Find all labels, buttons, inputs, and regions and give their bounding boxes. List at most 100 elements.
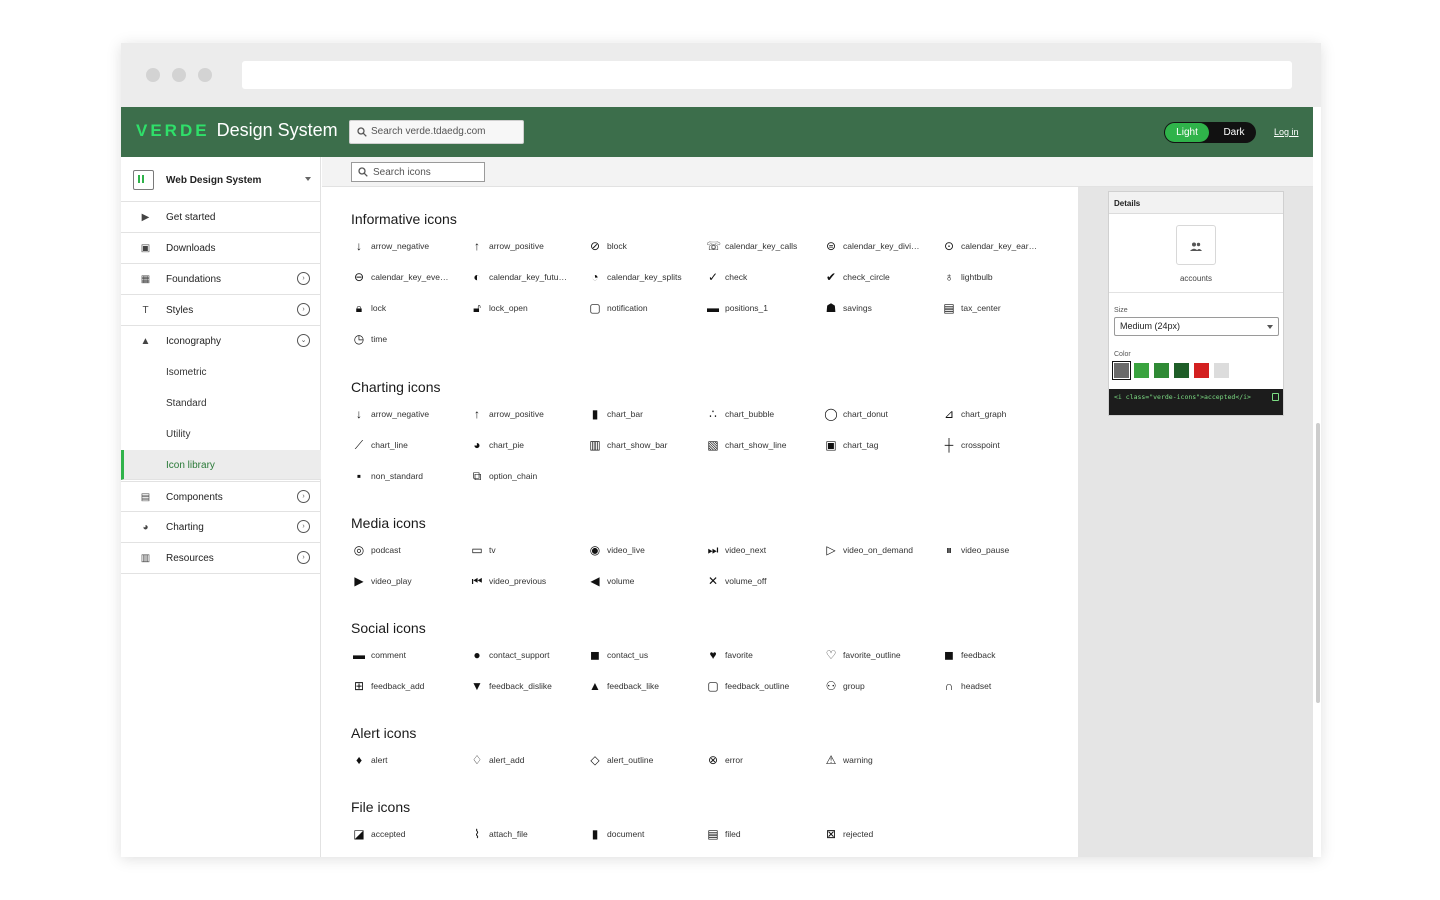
window-minimize-dot[interactable] bbox=[172, 68, 186, 82]
window-maximize-dot[interactable] bbox=[198, 68, 212, 82]
login-link[interactable]: Log in bbox=[1274, 127, 1299, 137]
icon-tile[interactable]: ♡ favorite_outline bbox=[823, 648, 941, 666]
sidebar-subitem-utility[interactable]: Utility bbox=[121, 419, 321, 449]
icon-tile[interactable]: ⊠ rejected bbox=[823, 827, 941, 845]
icon-tile[interactable]: ◎ podcast bbox=[351, 543, 469, 561]
window-close-dot[interactable] bbox=[146, 68, 160, 82]
icon-tile[interactable]: ♦ alert bbox=[351, 753, 469, 771]
icon-tile[interactable]: ⏸︎ video_pause bbox=[941, 543, 1059, 561]
icon-tile[interactable]: ▪ non_standard bbox=[351, 469, 469, 487]
sidebar-subitem-isometric[interactable]: Isometric bbox=[121, 357, 321, 387]
sidebar-item-downloads[interactable]: ▣ Downloads bbox=[121, 233, 321, 264]
icon-tile[interactable]: ◷ time bbox=[351, 332, 469, 350]
theme-toggle[interactable]: Light Dark bbox=[1164, 122, 1256, 143]
icon-tile[interactable]: ↓ arrow_negative bbox=[351, 239, 469, 257]
icon-tile[interactable]: 🔒︎ lock bbox=[351, 301, 469, 319]
icon-tile[interactable]: ⊿ chart_graph bbox=[941, 407, 1059, 425]
icon-tile[interactable]: ♢ alert_add bbox=[469, 753, 587, 771]
scrollbar-thumb[interactable] bbox=[1316, 423, 1320, 703]
icon-tile[interactable]: ↑ arrow_positive bbox=[469, 239, 587, 257]
color-swatch-green[interactable] bbox=[1134, 363, 1149, 378]
expand-chevron-icon[interactable]: › bbox=[297, 551, 310, 564]
copy-icon[interactable] bbox=[1272, 393, 1279, 401]
icon-tile[interactable]: ◔ calendar_key_splits bbox=[587, 270, 705, 288]
icon-tile[interactable]: ⊙ calendar_key_ear… bbox=[941, 239, 1059, 257]
icon-tile[interactable]: ● contact_support bbox=[469, 648, 587, 666]
icon-tile[interactable]: ▢ feedback_outline bbox=[705, 679, 823, 697]
icon-tile[interactable]: ▮ chart_bar bbox=[587, 407, 705, 425]
icon-tile[interactable]: ▬ comment bbox=[351, 648, 469, 666]
collapse-chevron-icon[interactable]: ⌄ bbox=[297, 334, 310, 347]
icon-tile[interactable]: ☏ calendar_key_calls bbox=[705, 239, 823, 257]
icon-tile[interactable]: ⌇ attach_file bbox=[469, 827, 587, 845]
icon-tile[interactable]: ⏮︎ video_previous bbox=[469, 574, 587, 592]
icon-tile[interactable]: ⊘ block bbox=[587, 239, 705, 257]
icon-tile[interactable]: ↑ arrow_positive bbox=[469, 407, 587, 425]
icon-tile[interactable]: ✕ volume_off bbox=[705, 574, 823, 592]
sidebar-item-get-started[interactable]: ▶ Get started bbox=[121, 202, 321, 233]
brand[interactable]: VERDE Design System bbox=[136, 120, 338, 141]
site-search-input[interactable]: Search verde.tdaedg.com bbox=[349, 120, 524, 144]
icon-tile[interactable]: ◕ chart_pie bbox=[469, 438, 587, 456]
icon-tile[interactable]: ✓ check bbox=[705, 270, 823, 288]
icon-tile[interactable]: ⊖ calendar_key_eve… bbox=[351, 270, 469, 288]
icon-tile[interactable]: ▢ notification bbox=[587, 301, 705, 319]
sidebar-item-foundations[interactable]: ▦ Foundations › bbox=[121, 264, 321, 295]
icon-tile[interactable]: ▬ positions_1 bbox=[705, 301, 823, 319]
icon-tile[interactable]: ▧ chart_show_line bbox=[705, 438, 823, 456]
expand-chevron-icon[interactable]: › bbox=[297, 272, 310, 285]
icon-tile[interactable]: ♥ favorite bbox=[705, 648, 823, 666]
address-bar[interactable] bbox=[242, 61, 1292, 89]
color-swatch-dark-green[interactable] bbox=[1174, 363, 1189, 378]
icon-tile[interactable]: ⚠ warning bbox=[823, 753, 941, 771]
icon-tile[interactable]: ◪ accepted bbox=[351, 827, 469, 845]
icon-tile[interactable]: ∴ chart_bubble bbox=[705, 407, 823, 425]
icon-tile[interactable]: ⟋ chart_line bbox=[351, 438, 469, 456]
sidebar-item-iconography[interactable]: ▲ Iconography ⌄ bbox=[121, 326, 321, 357]
icon-search-input[interactable]: Search icons bbox=[351, 162, 485, 182]
icon-tile[interactable]: ▥ chart_show_bar bbox=[587, 438, 705, 456]
size-select[interactable]: Medium (24px) bbox=[1114, 317, 1279, 336]
sidebar-item-resources[interactable]: ▥ Resources › bbox=[121, 543, 321, 574]
color-swatch-red[interactable] bbox=[1194, 363, 1209, 378]
theme-dark-option[interactable]: Dark bbox=[1214, 122, 1254, 143]
sidebar-subitem-standard[interactable]: Standard bbox=[121, 388, 321, 418]
expand-chevron-icon[interactable]: › bbox=[297, 490, 310, 503]
icon-tile[interactable]: ◇ alert_outline bbox=[587, 753, 705, 771]
sidebar-item-components[interactable]: ▤ Components › bbox=[121, 481, 321, 512]
icon-tile[interactable]: ◯ chart_donut bbox=[823, 407, 941, 425]
icon-tile[interactable]: ⚇ group bbox=[823, 679, 941, 697]
icon-tile[interactable]: ⊞ feedback_add bbox=[351, 679, 469, 697]
theme-light-option[interactable]: Light bbox=[1165, 123, 1209, 142]
color-swatch-light-gray[interactable] bbox=[1214, 363, 1229, 378]
icon-tile[interactable]: ⧉ option_chain bbox=[469, 469, 587, 487]
icon-tile[interactable]: ◼ feedback bbox=[941, 648, 1059, 666]
icon-tile[interactable]: ◀ volume bbox=[587, 574, 705, 592]
icon-tile[interactable]: ◐ calendar_key_futu… bbox=[469, 270, 587, 288]
icon-tile[interactable]: ⏭︎ video_next bbox=[705, 543, 823, 561]
icon-tile[interactable]: ∩ headset bbox=[941, 679, 1059, 697]
icon-tile[interactable]: ♁ lightbulb bbox=[941, 270, 1059, 288]
sidebar-subitem-icon-library[interactable]: Icon library bbox=[121, 450, 321, 480]
icon-tile[interactable]: ▼ feedback_dislike bbox=[469, 679, 587, 697]
icon-tile[interactable]: ▤ tax_center bbox=[941, 301, 1059, 319]
icon-tile[interactable]: ▮ document bbox=[587, 827, 705, 845]
icon-tile[interactable]: ▭ tv bbox=[469, 543, 587, 561]
sidebar-item-styles[interactable]: T Styles › bbox=[121, 295, 321, 326]
icon-tile[interactable]: ⊗ error bbox=[705, 753, 823, 771]
icon-tile[interactable]: ▣ chart_tag bbox=[823, 438, 941, 456]
design-system-selector[interactable]: Web Design System bbox=[121, 157, 321, 202]
code-snippet[interactable]: <i class="verde-icons">accepted</i> bbox=[1109, 389, 1283, 415]
icon-tile[interactable]: ▤ filed bbox=[705, 827, 823, 845]
icon-tile[interactable]: ▲ feedback_like bbox=[587, 679, 705, 697]
icon-tile[interactable]: ▷ video_on_demand bbox=[823, 543, 941, 561]
icon-tile[interactable]: 🔓︎ lock_open bbox=[469, 301, 587, 319]
color-swatch-gray[interactable] bbox=[1112, 361, 1131, 380]
icon-tile[interactable]: ↓ arrow_negative bbox=[351, 407, 469, 425]
expand-chevron-icon[interactable]: › bbox=[297, 520, 310, 533]
icon-tile[interactable]: ◼ contact_us bbox=[587, 648, 705, 666]
icon-tile[interactable]: ◉ video_live bbox=[587, 543, 705, 561]
icon-tile[interactable]: ⊜ calendar_key_divi… bbox=[823, 239, 941, 257]
icon-tile[interactable]: ▶ video_play bbox=[351, 574, 469, 592]
expand-chevron-icon[interactable]: › bbox=[297, 303, 310, 316]
